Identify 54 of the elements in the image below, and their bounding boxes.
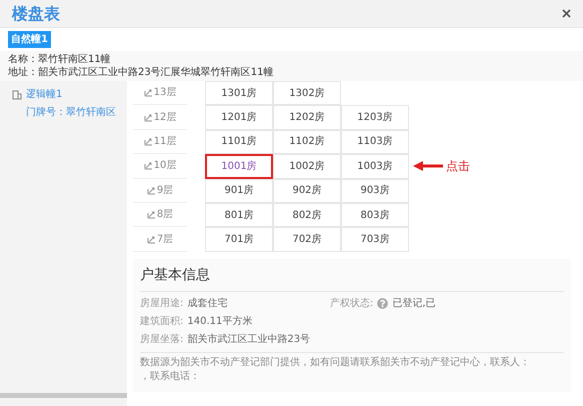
room-cell[interactable]: 903房 <box>341 178 409 203</box>
close-icon[interactable] <box>562 9 571 18</box>
room-cell[interactable]: 801房 <box>205 202 273 228</box>
field-label: 建筑面积: <box>140 314 184 329</box>
floor-label: 10层 <box>154 159 176 174</box>
arrow-icon <box>413 161 443 172</box>
room-cell[interactable]: 1102房 <box>273 130 341 154</box>
edit-icon <box>146 234 156 244</box>
room-cell[interactable]: 902房 <box>273 178 341 203</box>
scrollbar[interactable] <box>0 393 127 398</box>
field-value: 已登记,已 <box>392 297 436 311</box>
room-cell[interactable]: 703房 <box>341 227 409 252</box>
field-value: 韶关市武江区工业中路23号 <box>187 332 310 347</box>
edit-icon <box>146 210 156 220</box>
note-text: 数据源为韶关市不动产登记部门提供，如有问题请联系韶关市不动产登记中心，联系人： <box>140 356 531 370</box>
help-icon[interactable] <box>377 298 388 309</box>
room-cell[interactable]: 1103房 <box>341 130 409 154</box>
edit-icon <box>144 112 153 122</box>
edit-icon <box>144 161 153 170</box>
field-label: 产权状态: <box>330 296 374 311</box>
room-cell[interactable]: 1001房 <box>205 154 273 179</box>
room-cell[interactable]: 1002房 <box>273 154 341 179</box>
field-value: 140.11平方米 <box>187 314 252 329</box>
room-cell[interactable]: 1203房 <box>341 105 409 130</box>
room-cell[interactable]: 1302房 <box>273 81 341 106</box>
field-label: 房屋用途: <box>140 296 184 311</box>
floor-label: 11层 <box>154 134 176 149</box>
room-cell[interactable]: 701房 <box>205 227 273 252</box>
field-value: 成套住宅 <box>187 296 228 311</box>
edit-icon <box>144 136 153 146</box>
floor-label: 12层 <box>154 110 176 125</box>
room-cell[interactable]: 1301房 <box>205 81 273 106</box>
floor-label: 8层 <box>156 208 174 222</box>
room-cell[interactable]: 1202房 <box>273 105 341 130</box>
note-text: ，联系电话： <box>140 370 201 384</box>
room-cell[interactable]: 803房 <box>341 202 409 228</box>
room-cell[interactable]: 1101房 <box>205 130 273 154</box>
card-title: 户基本信息 <box>140 265 564 292</box>
room-cell[interactable]: 901房 <box>205 178 273 203</box>
building-address: 地址：韶关市武江区工业中路23号汇展华城翠竹轩南区11幢 <box>8 66 274 79</box>
room-cell[interactable]: 702房 <box>273 227 341 252</box>
building-icon <box>12 90 22 100</box>
room-cell[interactable]: 1003房 <box>341 154 409 179</box>
annotation-text: 点击 <box>446 158 470 176</box>
building-name: 名称：翠竹轩南区11幢 <box>8 53 112 66</box>
window-title: 楼盘表 <box>12 2 60 24</box>
room-cell[interactable]: 802房 <box>273 202 341 228</box>
room-cell[interactable]: 1201房 <box>205 105 273 130</box>
field-label: 房屋坐落: <box>140 332 184 347</box>
floor-label: 7层 <box>156 232 174 247</box>
edit-icon <box>146 186 156 195</box>
edit-icon <box>144 88 153 98</box>
floor-label: 13层 <box>154 86 176 100</box>
floor-label: 9层 <box>156 184 174 198</box>
